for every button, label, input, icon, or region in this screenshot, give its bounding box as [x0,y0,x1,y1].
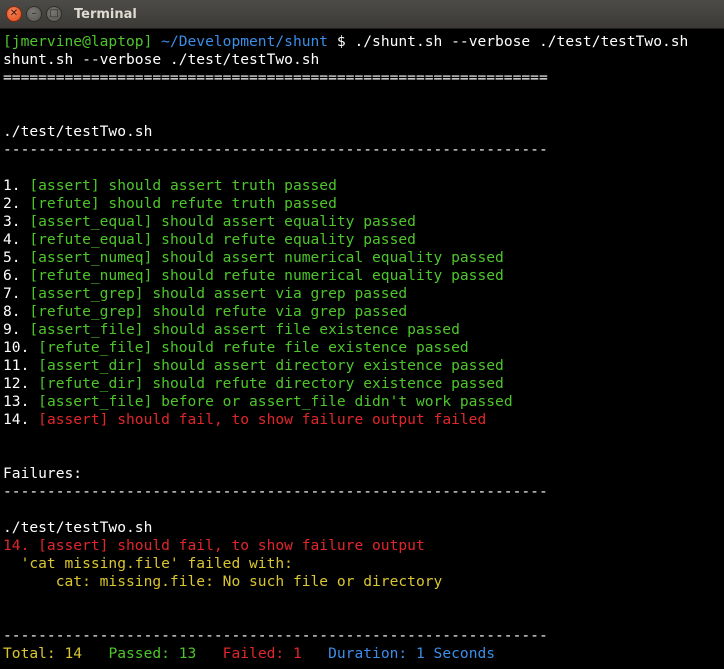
result-number: 12. [3,375,39,392]
failure-item: 14. [assert] should fail, to show failur… [3,537,425,554]
result-number: 2. [3,195,30,212]
result-text: [assert_equal] should assert equality pa… [29,213,416,230]
result-text: [refute_dir] should refute directory exi… [38,375,504,392]
result-line: 12. [refute_dir] should refute directory… [3,375,724,393]
separator-dash: ----------------------------------------… [3,141,548,158]
title-bar[interactable]: ✕ – □ Terminal [0,0,724,29]
result-number: 3. [3,213,30,230]
prompt-symbol: $ [328,33,355,50]
window-title: Terminal [74,6,137,22]
result-line: 3. [assert_equal] should assert equality… [3,213,724,231]
result-text: [assert_file] before or assert_file didn… [38,393,513,410]
separator-double: ========================================… [3,69,548,86]
result-number: 9. [3,321,30,338]
result-line: 1. [assert] should assert truth passed [3,177,724,195]
result-line: 13. [assert_file] before or assert_file … [3,393,724,411]
prompt-path: ~/Development/shunt [152,33,329,50]
result-line: 2. [refute] should refute truth passed [3,195,724,213]
result-text: [assert_grep] should assert via grep pas… [29,285,408,302]
prompt-line: [jmervine@laptop] ~/Development/shunt $ … [3,33,724,51]
result-text: [assert_dir] should assert directory exi… [38,357,504,374]
result-line: 4. [refute_equal] should refute equality… [3,231,724,249]
section-file-heading: ./test/testTwo.sh [3,123,153,140]
result-text: [refute_file] should refute file existen… [38,339,469,356]
result-number: 11. [3,357,39,374]
summary-failed: Failed: 1 [222,645,302,662]
separator-dash: ----------------------------------------… [3,483,548,500]
summary-line: Total: 14 Passed: 13 Failed: 1 Duration:… [3,645,724,663]
result-text: [assert] should assert truth passed [29,177,337,194]
summary-total: Total: 14 [3,645,83,662]
prompt-command: ./shunt.sh --verbose ./test/testTwo.sh [354,33,689,50]
result-line: 8. [refute_grep] should refute via grep … [3,303,724,321]
result-text: [assert_numeq] should assert numerical e… [29,249,504,266]
result-text: [refute_equal] should refute equality pa… [29,231,416,248]
terminal-window: ✕ – □ Terminal [jmervine@laptop] ~/Devel… [0,0,724,669]
result-number: 8. [3,303,30,320]
result-line: 10. [refute_file] should refute file exi… [3,339,724,357]
result-line: 9. [assert_file] should assert file exis… [3,321,724,339]
result-line: 7. [assert_grep] should assert via grep … [3,285,724,303]
failures-heading: Failures: [3,465,83,482]
result-number: 6. [3,267,30,284]
separator-dash: ----------------------------------------… [3,627,548,644]
close-window-icon[interactable]: ✕ [6,6,22,22]
result-number: 4. [3,231,30,248]
result-number: 1. [3,177,30,194]
failure-file: ./test/testTwo.sh [3,519,153,536]
summary-duration-value: 1 Seconds [407,645,496,662]
result-number: 13. [3,393,39,410]
result-line: 5. [assert_numeq] should assert numerica… [3,249,724,267]
result-text: [assert_file] should assert file existen… [29,321,460,338]
result-number: 10. [3,339,39,356]
maximize-window-icon[interactable]: □ [46,6,62,22]
failure-detail: cat: missing.file: No such file or direc… [3,573,443,590]
result-line-failed: 14. [assert] should fail, to show failur… [3,411,724,429]
result-text: [assert] should fail, to show failure ou… [38,411,487,428]
result-line: 6. [refute_numeq] should refute numerica… [3,267,724,285]
failure-detail: 'cat missing.file' failed with: [3,555,293,572]
minimize-window-icon[interactable]: – [26,6,42,22]
result-text: [refute_numeq] should refute numerical e… [29,267,504,284]
result-number: 5. [3,249,30,266]
result-line: 11. [assert_dir] should assert directory… [3,357,724,375]
summary-duration-label: Duration: [328,645,408,662]
terminal-output[interactable]: [jmervine@laptop] ~/Development/shunt $ … [0,29,724,663]
result-number: 7. [3,285,30,302]
echo-line: shunt.sh --verbose ./test/testTwo.sh [3,51,320,68]
result-text: [refute] should refute truth passed [29,195,337,212]
window-controls: ✕ – □ [6,6,66,22]
result-text: [refute_grep] should refute via grep pas… [29,303,408,320]
result-number: 14. [3,411,39,428]
summary-passed: Passed: 13 [108,645,197,662]
prompt-user-host: [jmervine@laptop] [3,33,153,50]
